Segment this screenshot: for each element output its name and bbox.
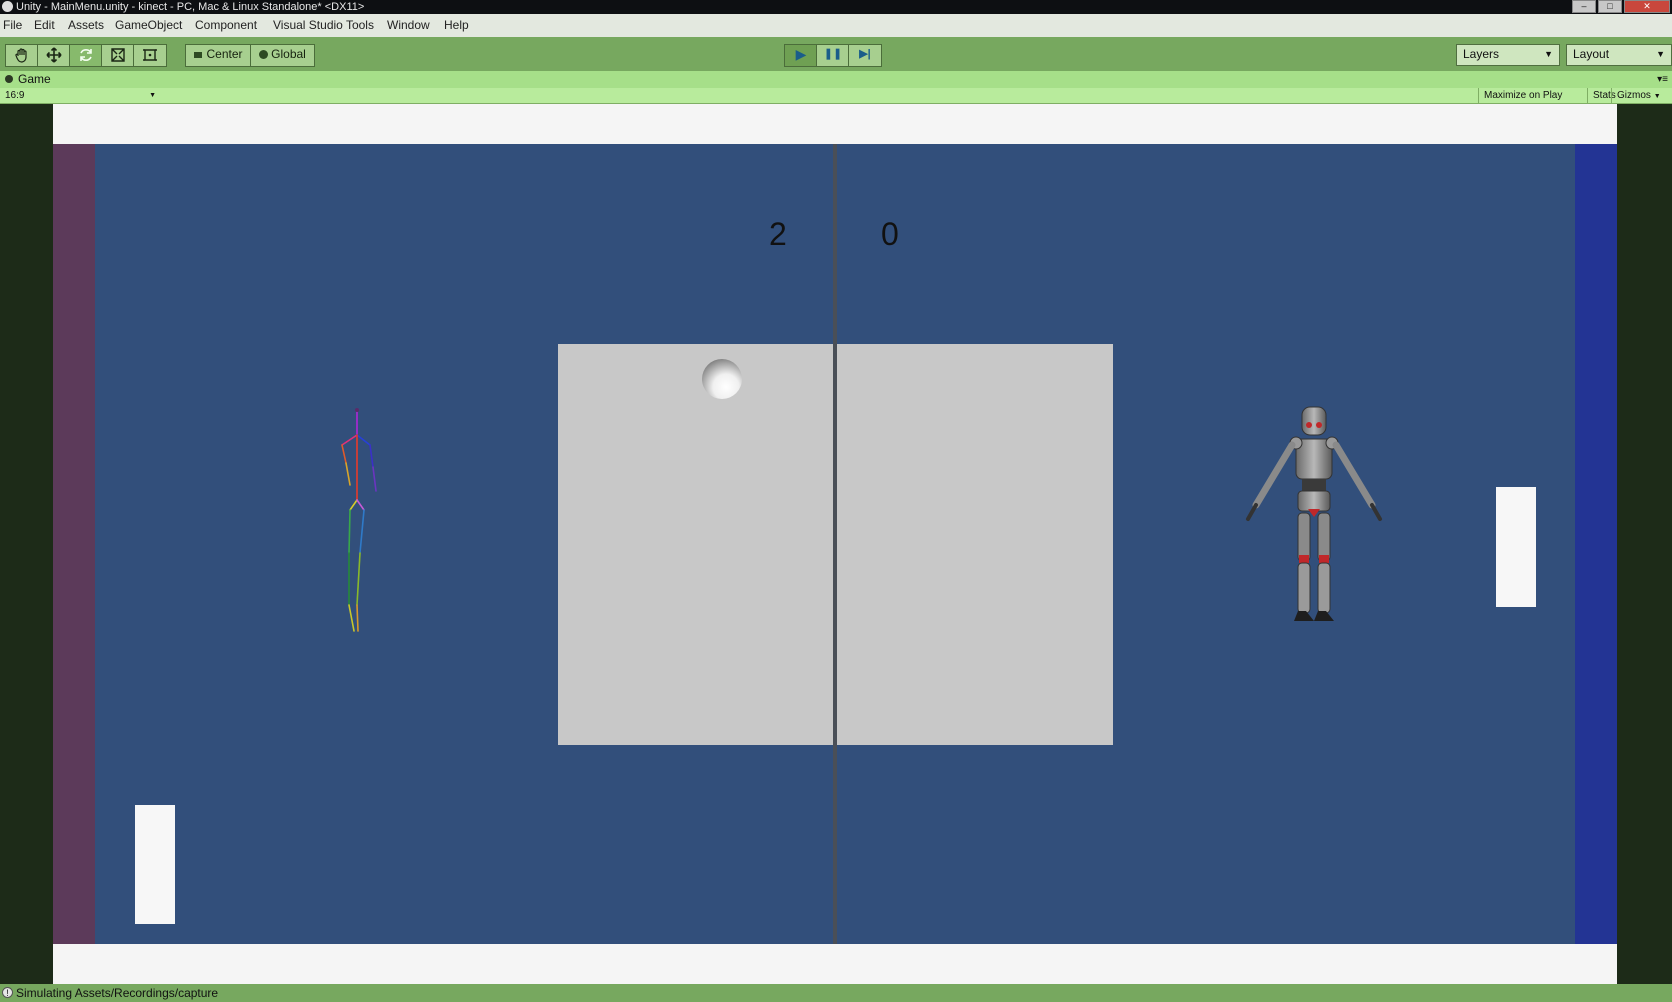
menu-component[interactable]: Component	[195, 14, 257, 37]
menu-window[interactable]: Window	[387, 14, 430, 37]
layers-dropdown[interactable]: Layers ▼	[1456, 44, 1560, 66]
tab-menu-icon[interactable]: ▾≡	[1657, 71, 1668, 88]
layout-label: Layout	[1573, 47, 1610, 61]
chevron-down-icon: ▼	[149, 92, 156, 99]
menu-edit[interactable]: Edit	[34, 14, 55, 37]
status-bar: ! Simulating Assets/Recordings/capture	[0, 984, 1672, 1002]
chevron-down-icon: ▼	[1656, 49, 1665, 59]
chevron-down-icon: ▼	[1653, 93, 1661, 100]
menu-bar: File Edit Assets GameObject Component Vi…	[0, 14, 1672, 37]
menu-assets[interactable]: Assets	[68, 14, 104, 37]
left-paddle	[135, 805, 175, 924]
right-goal-wall	[1575, 144, 1617, 944]
aspect-label: 16:9	[5, 90, 25, 101]
ball	[702, 359, 742, 399]
pivot-mode-toggle[interactable]: Center	[185, 44, 252, 67]
game-tab-row: Game ▾≡	[0, 71, 1672, 88]
rect-tool-button[interactable]	[133, 44, 167, 67]
close-button[interactable]: ✕	[1624, 0, 1670, 13]
globe-icon	[259, 50, 269, 59]
status-message: Simulating Assets/Recordings/capture	[16, 986, 219, 1000]
right-paddle	[1496, 487, 1536, 607]
gizmos-label: Gizmos	[1617, 90, 1651, 101]
game-view-controls: 16:9 ▼ Maximize on Play Stats Gizmos ▼	[0, 88, 1672, 104]
title-bar: Unity - MainMenu.unity - kinect - PC, Ma…	[0, 0, 1672, 14]
window-title: Unity - MainMenu.unity - kinect - PC, Ma…	[16, 1, 365, 13]
menu-file[interactable]: File	[3, 14, 22, 37]
layout-dropdown[interactable]: Layout ▼	[1566, 44, 1672, 66]
layers-label: Layers	[1463, 47, 1500, 61]
rotate-icon	[80, 49, 92, 61]
hand-tool-button[interactable]	[5, 44, 39, 67]
pivot-mode-label: Center	[206, 47, 243, 61]
unity-logo-icon	[2, 1, 13, 12]
left-goal-wall	[53, 144, 95, 944]
score-right: 0	[881, 216, 899, 252]
game-view-icon	[5, 75, 13, 83]
rect-tool-icon	[143, 49, 157, 61]
gizmos-dropdown[interactable]: Gizmos ▼	[1611, 88, 1666, 103]
menu-gameobject[interactable]: GameObject	[115, 14, 182, 37]
menu-visual-studio-tools[interactable]: Visual Studio Tools	[273, 14, 374, 37]
menu-help[interactable]: Help	[444, 14, 469, 37]
hand-icon	[15, 48, 27, 63]
scale-tool-button[interactable]	[101, 44, 135, 67]
minimize-button[interactable]: –	[1572, 0, 1596, 13]
center-net-line	[833, 144, 837, 944]
scale-icon	[111, 48, 125, 62]
move-icon	[46, 47, 62, 63]
rotate-tool-button[interactable]	[69, 44, 103, 67]
chevron-down-icon: ▼	[1544, 49, 1553, 59]
pivot-icon	[194, 52, 203, 58]
robot-character	[1246, 406, 1382, 621]
score-left: 2	[769, 216, 787, 252]
kinect-skeleton-figure	[341, 408, 377, 632]
step-button[interactable]: ▶|	[848, 44, 882, 67]
pivot-rotation-toggle[interactable]: Global	[250, 44, 315, 67]
maximize-button[interactable]: □	[1598, 0, 1622, 13]
info-icon: !	[2, 987, 13, 998]
maximize-on-play-toggle[interactable]: Maximize on Play	[1478, 88, 1567, 103]
pause-button[interactable]: ❚❚	[816, 44, 850, 67]
pivot-rotation-label: Global	[271, 47, 306, 61]
tab-game[interactable]: Game	[18, 71, 51, 88]
move-tool-button[interactable]	[37, 44, 71, 67]
aspect-dropdown[interactable]: 16:9 ▼	[0, 88, 160, 103]
main-toolbar: Center Global ▶ ❚❚ ▶| Layers ▼ Layout ▼	[0, 37, 1672, 71]
play-button[interactable]: ▶	[784, 44, 818, 67]
